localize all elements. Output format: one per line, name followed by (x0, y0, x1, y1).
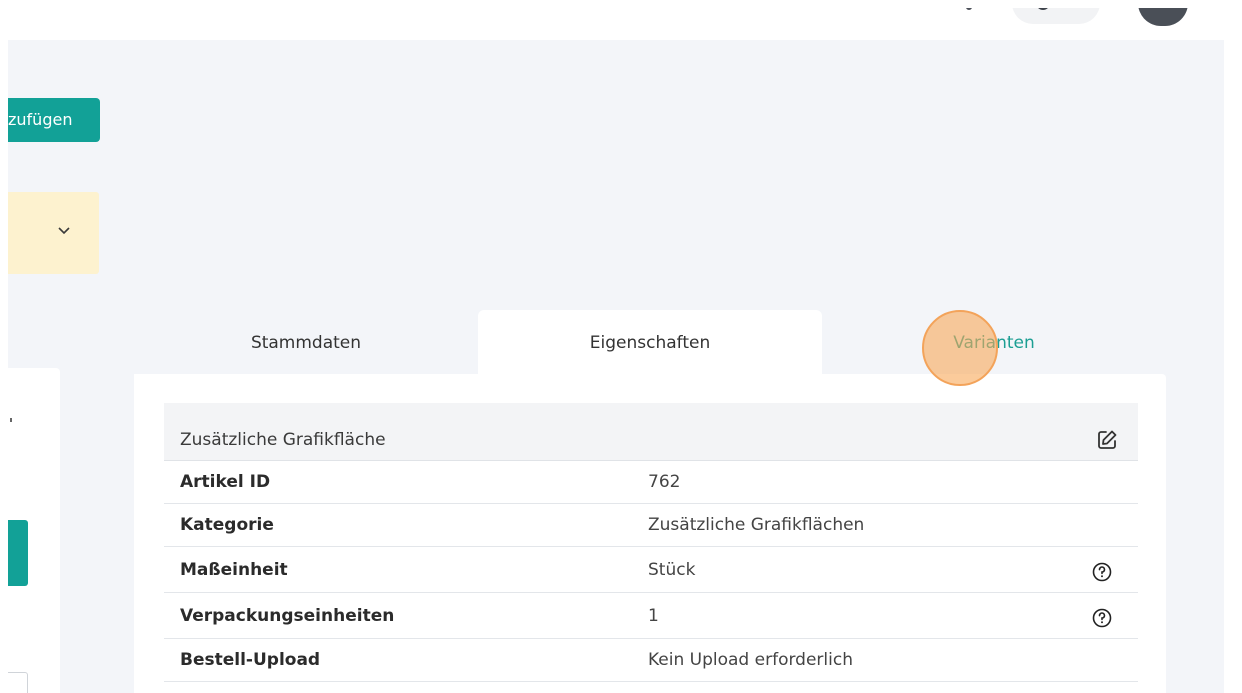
row-key: Verpackungseinheiten (180, 606, 395, 626)
add-button-label: zufügen (8, 110, 73, 129)
help-circle-icon[interactable] (1092, 562, 1112, 582)
row-key: Artikel ID (180, 472, 271, 492)
tab-eigenschaften[interactable]: Eigenschaften (478, 310, 822, 376)
side-card-marker (10, 418, 12, 422)
row-value: Zusätzliche Grafikflächen (648, 515, 865, 535)
row-key: Bestell-Upload (180, 650, 321, 670)
help-circle-icon[interactable] (1092, 608, 1112, 628)
row-value: Kein Upload erforderlich (648, 650, 853, 670)
side-input-field[interactable] (8, 672, 28, 693)
add-button[interactable]: zufügen (8, 98, 100, 142)
edit-icon[interactable] (1096, 429, 1118, 451)
properties-header: Zusätzliche Grafikfläche (164, 403, 1138, 461)
side-action-button[interactable] (8, 520, 28, 586)
tab-varianten[interactable]: Varianten (822, 310, 1166, 376)
chevron-down-icon (58, 227, 70, 235)
tab-stammdaten[interactable]: Stammdaten (134, 310, 478, 376)
row-value: Stück (648, 560, 696, 580)
topbar-indicator-icon[interactable] (966, 8, 972, 10)
app-window: zufügen Stammdaten Eigenschaften Variant… (8, 8, 1224, 693)
table-row: Kategorie Zusätzliche Grafikflächen (164, 504, 1138, 547)
table-row: Artikel ID 762 (164, 461, 1138, 504)
table-row: Maßeinheit Stück (164, 547, 1138, 593)
row-key: Maßeinheit (180, 560, 288, 580)
notice-dropdown[interactable] (8, 192, 99, 274)
side-card (8, 368, 60, 693)
tab-bar: Stammdaten Eigenschaften Varianten (134, 310, 1166, 376)
table-row: Bestell-Upload Kein Upload erforderlich (164, 639, 1138, 682)
row-value: 1 (648, 606, 659, 626)
avatar[interactable] (1138, 8, 1188, 26)
properties-header-title: Zusätzliche Grafikfläche (180, 430, 386, 450)
row-value: 762 (648, 472, 681, 492)
topbar-user-menu[interactable] (1012, 8, 1100, 24)
row-key: Kategorie (180, 515, 274, 535)
properties-panel: Zusätzliche Grafikfläche Artikel ID 762 … (134, 374, 1166, 693)
top-bar (8, 8, 1224, 40)
properties-table: Zusätzliche Grafikfläche Artikel ID 762 … (164, 403, 1138, 682)
table-row: Verpackungseinheiten 1 (164, 593, 1138, 639)
